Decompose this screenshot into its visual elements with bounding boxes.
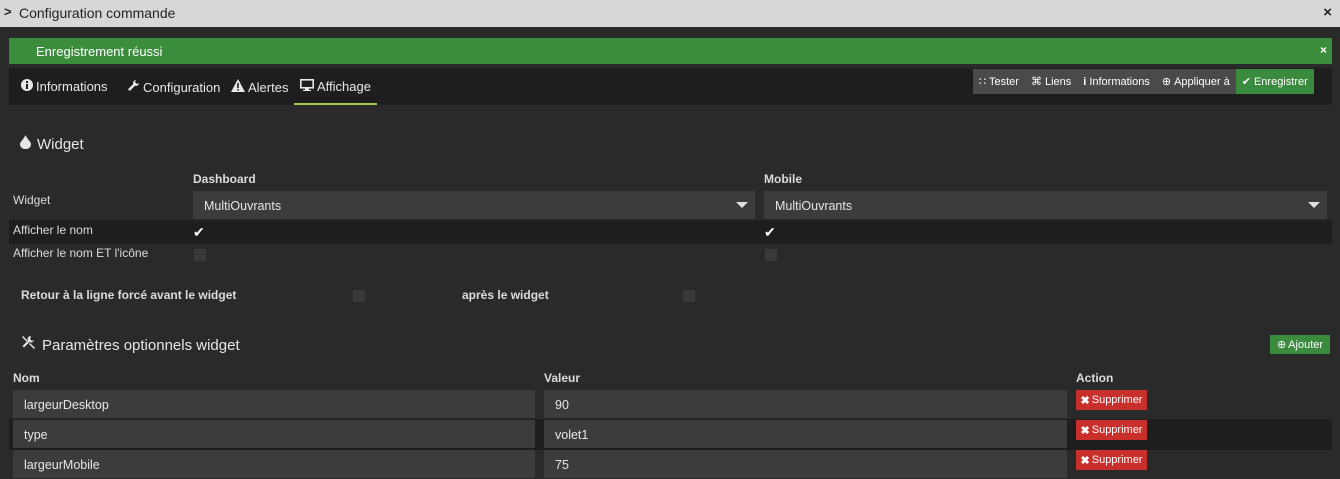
param-value-input[interactable]: volet1 — [544, 420, 1067, 448]
close-icon[interactable]: × — [1323, 4, 1332, 21]
tester-button[interactable]: ∷ Tester — [973, 69, 1025, 94]
informations-button[interactable]: i Informations — [1077, 69, 1156, 94]
add-param-button[interactable]: ⊕ Ajouter — [1270, 335, 1330, 354]
tab-label: Informations — [36, 79, 108, 94]
dialog-titlebar: > Configuration commande × — [0, 0, 1340, 27]
tint-icon — [20, 135, 31, 153]
tab-label: Affichage — [317, 79, 371, 94]
action-column-header: Action — [1076, 371, 1114, 385]
tab-informations[interactable]: Informations — [21, 68, 108, 105]
show-name-row-band — [9, 220, 1332, 244]
line-break-after-label: après le widget — [462, 288, 549, 302]
info-icon: i — [1083, 75, 1087, 88]
nom-column-header: Nom — [13, 371, 40, 385]
param-value-input[interactable]: 90 — [544, 390, 1067, 418]
times-icon: ✖ — [1080, 394, 1090, 407]
alert-message: Enregistrement réussi — [36, 44, 163, 59]
wrench-icon — [127, 79, 140, 95]
delete-param-button[interactable]: ✖ Supprimer — [1076, 390, 1147, 410]
show-name-label: Afficher le nom — [13, 223, 93, 237]
tab-alertes[interactable]: Alertes — [231, 68, 288, 105]
plus-circle-icon: ⊕ — [1276, 339, 1287, 351]
success-alert: Enregistrement réussi × — [9, 38, 1332, 64]
tab-label: Alertes — [248, 80, 289, 95]
alert-close-icon[interactable]: × — [1320, 43, 1327, 57]
sitemap-icon: ⌘ — [1030, 76, 1042, 88]
line-break-after-checkbox[interactable] — [683, 290, 695, 302]
caret-down-icon — [736, 202, 748, 208]
plus-circle-icon: ⊕ — [1161, 76, 1172, 88]
valeur-column-header: Valeur — [544, 371, 581, 385]
show-name-mobile-checkbox[interactable]: ✔ — [764, 224, 776, 241]
widget-row-label: Widget — [13, 193, 51, 207]
dashboard-column-header: Dashboard — [193, 172, 256, 186]
enregistrer-button[interactable]: ✔ Enregistrer — [1235, 69, 1314, 94]
warning-icon — [231, 79, 245, 95]
rss-icon: ∷ — [979, 76, 986, 88]
delete-param-button[interactable]: ✖ Supprimer — [1076, 450, 1147, 470]
tab-configuration[interactable]: Configuration — [127, 68, 220, 105]
tools-icon — [20, 336, 36, 354]
widget-section-title: Widget — [20, 135, 84, 153]
times-icon: ✖ — [1080, 424, 1090, 437]
action-toolbar: ∷ Tester ⌘ Liens i Informations ⊕ Appliquer … — [973, 69, 1314, 94]
show-name-icon-mobile-checkbox[interactable] — [765, 249, 777, 261]
desktop-icon — [300, 79, 314, 94]
param-name-input[interactable]: largeurMobile — [13, 450, 535, 478]
mobile-column-header: Mobile — [764, 172, 802, 186]
line-break-before-checkbox[interactable] — [353, 290, 365, 302]
info-circle-icon — [21, 79, 33, 94]
show-name-dashboard-checkbox[interactable]: ✔ — [193, 224, 205, 241]
times-icon: ✖ — [1080, 454, 1090, 467]
params-section-title: Paramètres optionnels widget — [20, 334, 240, 354]
param-name-input[interactable]: type — [13, 420, 535, 448]
appliquer-button[interactable]: ⊕ Appliquer à — [1155, 69, 1236, 94]
caret-down-icon — [1308, 202, 1320, 208]
dialog-title: Configuration commande — [19, 5, 176, 21]
chevron-right-icon[interactable]: > — [4, 4, 12, 19]
check-circle-icon: ✔ — [1241, 76, 1251, 88]
liens-button[interactable]: ⌘ Liens — [1024, 69, 1078, 94]
show-name-icon-dashboard-checkbox[interactable] — [194, 249, 206, 261]
tab-affichage[interactable]: Affichage — [294, 68, 377, 105]
param-name-input[interactable]: largeurDesktop — [13, 390, 535, 418]
dashboard-widget-select[interactable]: MultiOuvrants — [193, 191, 755, 219]
delete-param-button[interactable]: ✖ Supprimer — [1076, 420, 1147, 440]
tab-label: Configuration — [143, 80, 221, 95]
param-value-input[interactable]: 75 — [544, 450, 1067, 478]
line-break-before-label: Retour à la ligne forcé avant le widget — [21, 288, 237, 302]
mobile-widget-select[interactable]: MultiOuvrants — [764, 191, 1327, 219]
show-name-icon-label: Afficher le nom ET l'icône — [13, 246, 149, 260]
